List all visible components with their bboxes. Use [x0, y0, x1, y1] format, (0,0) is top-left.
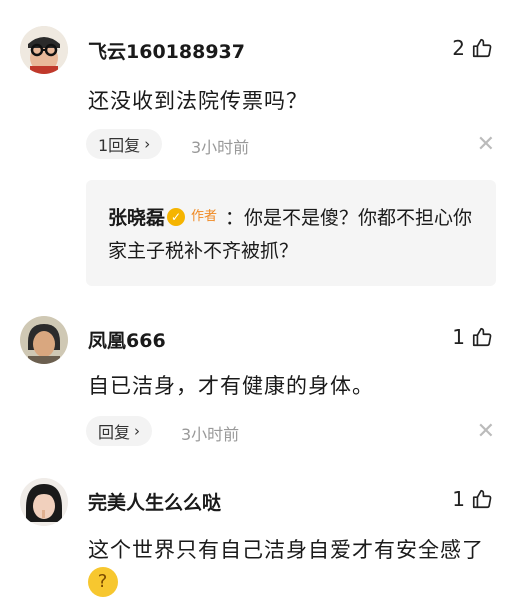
comment-text-content: 这个世界只有自己洁身自爱才有安全感了 — [88, 538, 484, 562]
username[interactable]: 完美人生么么哒 — [88, 488, 221, 515]
avatar[interactable] — [20, 478, 68, 526]
close-icon[interactable]: ✕ — [477, 134, 495, 156]
chevron-right-icon: › — [144, 135, 151, 153]
close-icon[interactable]: ✕ — [477, 421, 495, 443]
username[interactable]: 飞云160188937 — [88, 37, 245, 64]
reply-count-button[interactable]: 1回复 › — [86, 129, 163, 159]
comment-item: 凤凰666 1 自已洁身，才有健康的身体。 回复 › 3小时前 ✕ — [0, 300, 519, 460]
comment-item: 飞云160188937 2 还没收到法院传票吗？ 1回复 › 3小时前 ✕ 张晓… — [0, 0, 519, 300]
like-button[interactable]: 1 — [452, 325, 493, 349]
thumbs-up-icon — [472, 38, 492, 58]
avatar[interactable] — [20, 26, 68, 74]
like-count: 1 — [452, 325, 465, 349]
reply-label: 1回复 — [98, 136, 141, 155]
avatar[interactable] — [20, 316, 68, 364]
thumbs-up-icon — [472, 327, 492, 347]
chevron-right-icon: › — [134, 422, 141, 440]
comment-item: 完美人生么么哒 1 这个世界只有自己洁身自爱才有安全感了? — [0, 462, 519, 614]
like-count: 1 — [452, 487, 465, 511]
verified-badge-icon: ✓ — [167, 207, 186, 226]
author-badge: 作者 — [191, 208, 218, 224]
reply-label: 回复 — [98, 423, 131, 442]
like-button[interactable]: 1 — [452, 487, 493, 511]
sub-reply[interactable]: 张晓磊 ✓ 作者 ：你是不是傻？你都不担心你家主子税补不齐被抓？ — [86, 180, 496, 286]
like-button[interactable]: 2 — [452, 36, 493, 60]
thumbs-up-icon — [472, 489, 492, 509]
username[interactable]: 凤凰666 — [88, 326, 166, 353]
reply-button[interactable]: 回复 › — [86, 416, 153, 446]
timestamp: 3小时前 — [181, 425, 240, 444]
comment-text: 自已洁身，才有健康的身体。 — [88, 374, 374, 398]
like-count: 2 — [452, 36, 465, 60]
comment-text: 还没收到法院传票吗？ — [88, 89, 308, 113]
sub-reply-author[interactable]: 张晓磊 — [108, 207, 165, 229]
timestamp: 3小时前 — [191, 138, 250, 157]
comment-text: 这个世界只有自己洁身自爱才有安全感了? — [88, 533, 498, 601]
thinking-face-emoji: ? — [88, 567, 118, 597]
